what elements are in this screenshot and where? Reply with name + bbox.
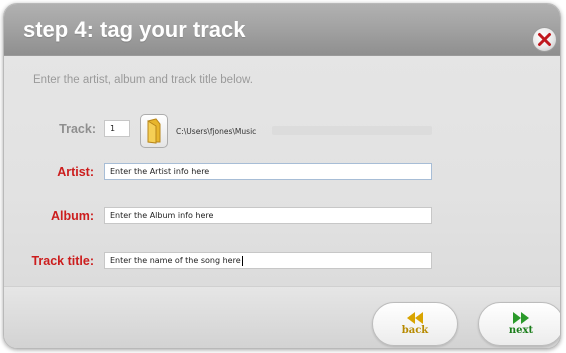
next-button[interactable]: next <box>478 302 560 346</box>
wizard-dialog: step 4: tag your track Enter the artist,… <box>3 3 561 349</box>
back-label: back <box>401 325 429 336</box>
next-label: next <box>508 325 534 336</box>
album-label: Album: <box>50 209 94 223</box>
instruction-text: Enter the artist, album and track title … <box>33 74 253 86</box>
browse-folder-button[interactable] <box>140 114 168 148</box>
track-number-field[interactable]: 1 <box>104 120 130 137</box>
close-x-icon <box>538 33 551 46</box>
path-bar <box>272 126 432 135</box>
track-title-value: Enter the name of the song here <box>110 256 241 265</box>
artist-label: Artist: <box>57 165 94 179</box>
artist-field[interactable]: Enter the Artist info here <box>104 163 432 180</box>
dialog-footer <box>4 286 560 348</box>
back-button[interactable]: back <box>372 302 458 346</box>
folder-path: C:\Users\fjones\Music <box>176 127 257 136</box>
track-title-field[interactable]: Enter the name of the song here <box>104 252 432 269</box>
track-label: Track: <box>59 122 96 136</box>
dialog-title: step 4: tag your track <box>23 17 246 42</box>
folder-icon <box>147 118 161 144</box>
dialog-header: step 4: tag your track <box>4 4 560 56</box>
text-caret <box>241 256 243 266</box>
album-field[interactable]: Enter the Album info here <box>104 207 432 224</box>
double-chevron-right-icon <box>513 312 529 324</box>
double-chevron-left-icon <box>407 312 423 324</box>
track-title-label: Track title: <box>31 254 94 268</box>
close-button[interactable] <box>532 27 557 52</box>
